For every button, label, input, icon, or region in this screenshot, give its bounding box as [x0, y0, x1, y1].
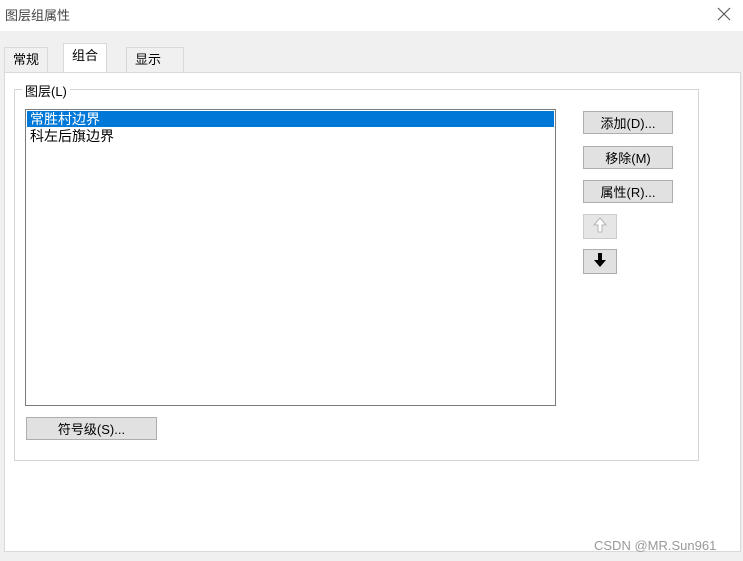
title-bar: 图层组属性 — [0, 0, 743, 31]
list-item[interactable]: 科左后旗边界 — [27, 128, 554, 144]
tab-group-label: 组合 — [72, 48, 99, 63]
move-down-button[interactable] — [583, 249, 617, 274]
tab-display-label: 显示 — [135, 52, 162, 67]
tab-group[interactable]: 组合 — [63, 43, 108, 72]
remove-button[interactable]: 移除(M) — [583, 146, 673, 169]
window-title: 图层组属性 — [5, 8, 71, 23]
add-button[interactable]: 添加(D)... — [583, 111, 673, 134]
close-icon[interactable] — [713, 3, 735, 25]
tab-general[interactable]: 常规 — [4, 47, 49, 72]
tab-display[interactable]: 显示 — [126, 47, 184, 72]
watermark-text: CSDN @MR.Sun961 — [594, 538, 717, 553]
arrow-up-icon — [592, 217, 608, 236]
move-up-button[interactable] — [583, 214, 617, 239]
list-item[interactable]: 常胜村边界 — [27, 111, 554, 127]
layers-listbox[interactable]: 常胜村边界 科左后旗边界 — [25, 109, 556, 406]
list-item-label: 常胜村边界 — [30, 111, 100, 127]
arrow-down-icon — [593, 252, 607, 271]
list-item-label: 科左后旗边界 — [30, 128, 114, 144]
layers-legend: 图层(L) — [22, 81, 70, 100]
symbol-levels-button[interactable]: 符号级(S)... — [26, 417, 157, 440]
properties-button[interactable]: 属性(R)... — [583, 180, 673, 203]
tab-general-label: 常规 — [13, 52, 40, 67]
